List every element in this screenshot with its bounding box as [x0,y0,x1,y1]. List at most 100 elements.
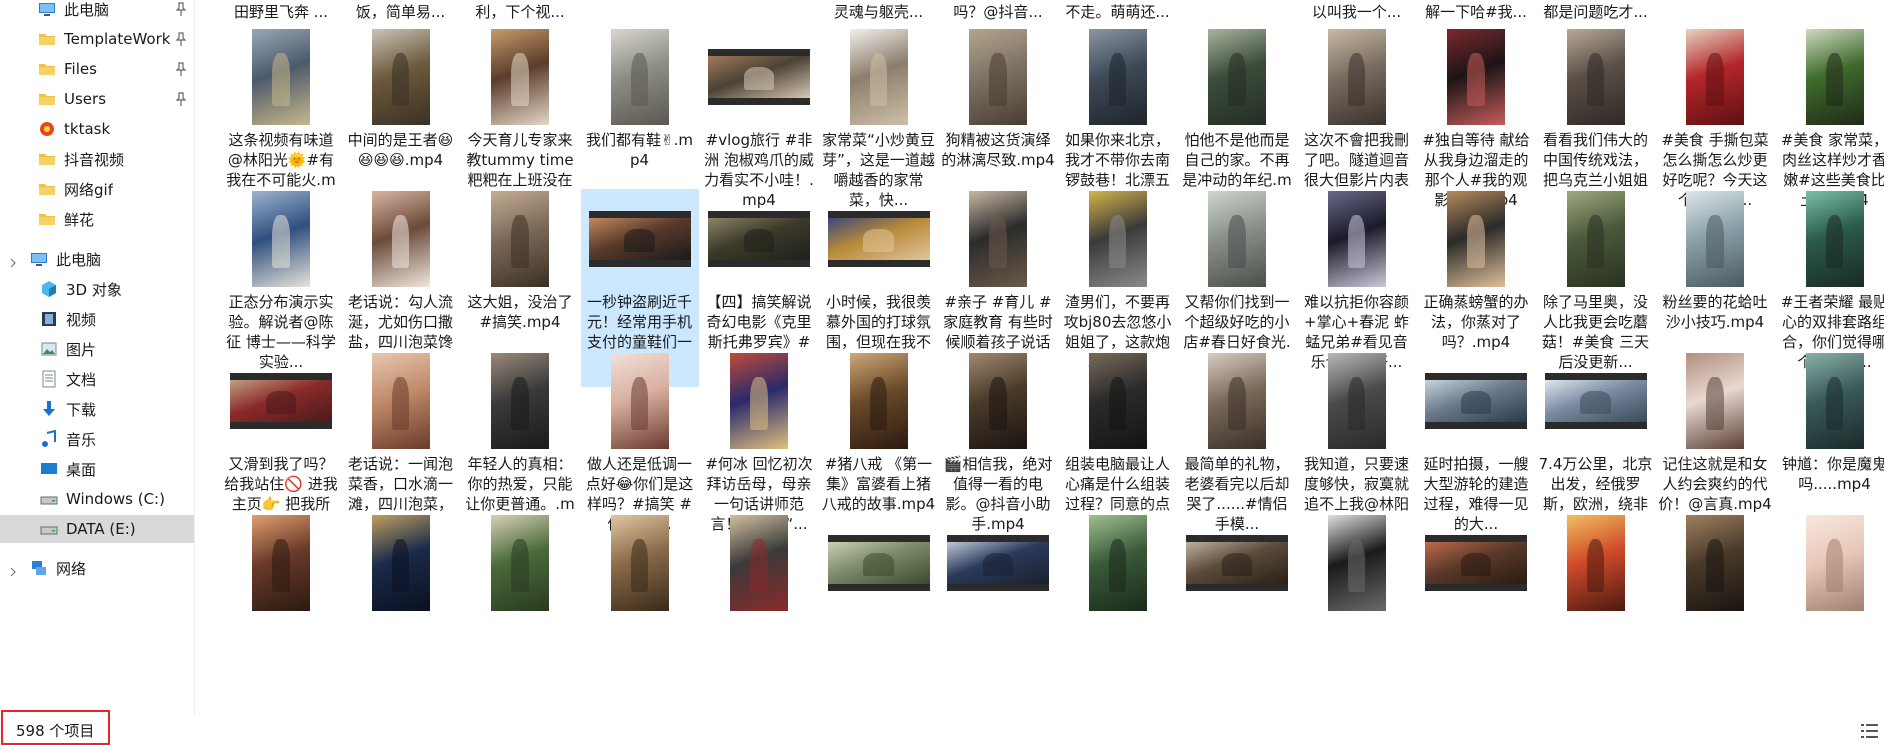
nav-item-data-e-[interactable]: DATA (E:) [0,515,194,543]
thumbnail-subject [1347,215,1366,268]
nav-label: 视频 [66,310,97,329]
thumbnail-frame [700,27,818,127]
video-thumbnail [371,29,430,125]
thumbnail-subject [1228,377,1246,430]
video-thumbnail [1566,515,1625,611]
pin-icon[interactable] [173,31,189,47]
nav-item-tktask[interactable]: tktask [0,115,194,143]
nav-item-图片[interactable]: 图片 [0,335,194,363]
pc-icon [30,250,48,268]
thumbnail-frame [342,513,460,613]
file-tile[interactable] [342,513,460,711]
video-thumbnail [969,353,1027,449]
nav-label: tktask [64,120,111,138]
thumbnail-subject [1706,377,1724,430]
desktop-icon [40,460,58,478]
file-tile[interactable] [581,513,699,711]
video-thumbnail [969,191,1027,287]
file-tile[interactable] [1656,513,1774,711]
navigation-pane[interactable]: 此电脑 TemplateWork Files Users tktask 抖音视频 网络gif… [0,0,195,745]
nav-item-此电脑[interactable]: 此电脑 [0,0,194,23]
file-name[interactable]: 灵魂与躯壳... [822,2,936,22]
thumbnail-frame [222,351,340,451]
nav-item-下载[interactable]: 下载 [0,395,194,423]
file-name[interactable]: 利，下个视... [463,2,577,22]
chevron-right-icon[interactable] [8,254,18,268]
file-name[interactable]: 不走。萌萌还... [1061,2,1175,22]
thumbnail-subject [272,215,290,268]
file-grid[interactable]: 田野里飞奔 ... 饭，简单易... 利，下个视... 灵魂与躯壳... 吗？@抖音..… [196,0,1884,715]
file-name[interactable]: 吗？@抖音... [941,2,1055,22]
thumbnail-frame [1298,351,1416,451]
pin-icon[interactable] [173,61,189,77]
file-tile[interactable] [1417,513,1535,711]
nav-item-windows-c-[interactable]: Windows (C:) [0,485,194,513]
nav-label: 此电脑 [56,250,102,269]
nav-label: 网络 [56,559,87,578]
folder-icon [38,60,56,78]
thumbnail-frame [1417,351,1535,451]
thumbnail-subject [391,53,410,106]
nav-item-音乐[interactable]: 音乐 [0,425,194,453]
file-name[interactable]: 饭，简单易... [344,2,458,22]
file-name[interactable]: 田野里飞奔 ... [224,2,338,22]
nav-item-视频[interactable]: 视频 [0,305,194,333]
nav-item-文档[interactable]: 文档 [0,365,194,393]
file-tile[interactable] [1178,513,1296,711]
thumbnail-subject [391,215,410,268]
video-thumbnail [252,191,310,287]
nav-label: 下载 [66,400,97,419]
video-thumbnail [252,29,310,125]
file-name[interactable]: 都是问题吃才... [1539,2,1653,22]
video-thumbnail [1686,353,1744,449]
nav-item-templatework[interactable]: TemplateWork [0,25,194,53]
file-tile[interactable] [939,513,1057,711]
thumbnail-frame [1656,351,1774,451]
file-name[interactable]: 以叫我一个... [1300,2,1414,22]
thumbnail-subject [863,552,894,576]
file-tile[interactable] [1776,513,1884,711]
nav-item-files[interactable]: Files [0,55,194,83]
thumbnail-subject [1108,215,1127,268]
file-tile[interactable] [700,513,818,711]
video-thumbnail [1088,191,1147,287]
nav-item-桌面[interactable]: 桌面 [0,455,194,483]
thumbnail-frame [1776,27,1884,127]
file-name[interactable]: 解一下哈#我... [1419,2,1533,22]
pin-icon[interactable] [173,1,189,17]
file-tile[interactable] [820,513,938,711]
file-tile[interactable] [461,513,579,711]
video-thumbnail [1686,515,1744,611]
nav-item-抖音视频[interactable]: 抖音视频 [0,145,194,173]
thumbnail-frame [1537,513,1655,613]
thumbnail-frame [222,27,340,127]
file-tile[interactable] [1059,513,1177,711]
thumbnail-subject [272,53,290,106]
status-bar: 598 个项目 [0,715,1884,745]
thumbnail-subject [1580,390,1611,414]
file-tile[interactable] [222,513,340,711]
details-view-icon[interactable] [1860,722,1880,740]
video-thumbnail-icon [1544,373,1647,429]
video-thumbnail [1447,191,1505,287]
cube-icon [40,280,58,298]
nav-item-网络gif[interactable]: 网络gif [0,175,194,203]
pin-icon[interactable] [173,91,189,107]
thumbnail-subject [1467,215,1485,268]
nav-item-users[interactable]: Users [0,85,194,113]
nav-item-鲜花[interactable]: 鲜花 [0,205,194,233]
nav-label: 图片 [66,340,97,359]
thumbnail-subject [1706,215,1724,268]
video-thumbnail [252,515,310,611]
nav-item-3d-对象[interactable]: 3D 对象 [0,275,194,303]
nav-item-此电脑[interactable]: 此电脑 [0,245,194,273]
file-tile[interactable] [1298,513,1416,711]
file-name: #猪八戒 《第一集》富婆看上猪八戒的故事.mp4 [821,455,936,513]
nav-label: Users [64,90,107,108]
nav-item-网络[interactable]: 网络 [0,554,194,582]
file-tile[interactable] [1537,513,1655,711]
video-thumbnail [610,515,669,611]
thumbnail-frame [700,189,818,289]
thumbnail-subject [1460,552,1492,576]
chevron-right-icon[interactable] [8,563,18,577]
